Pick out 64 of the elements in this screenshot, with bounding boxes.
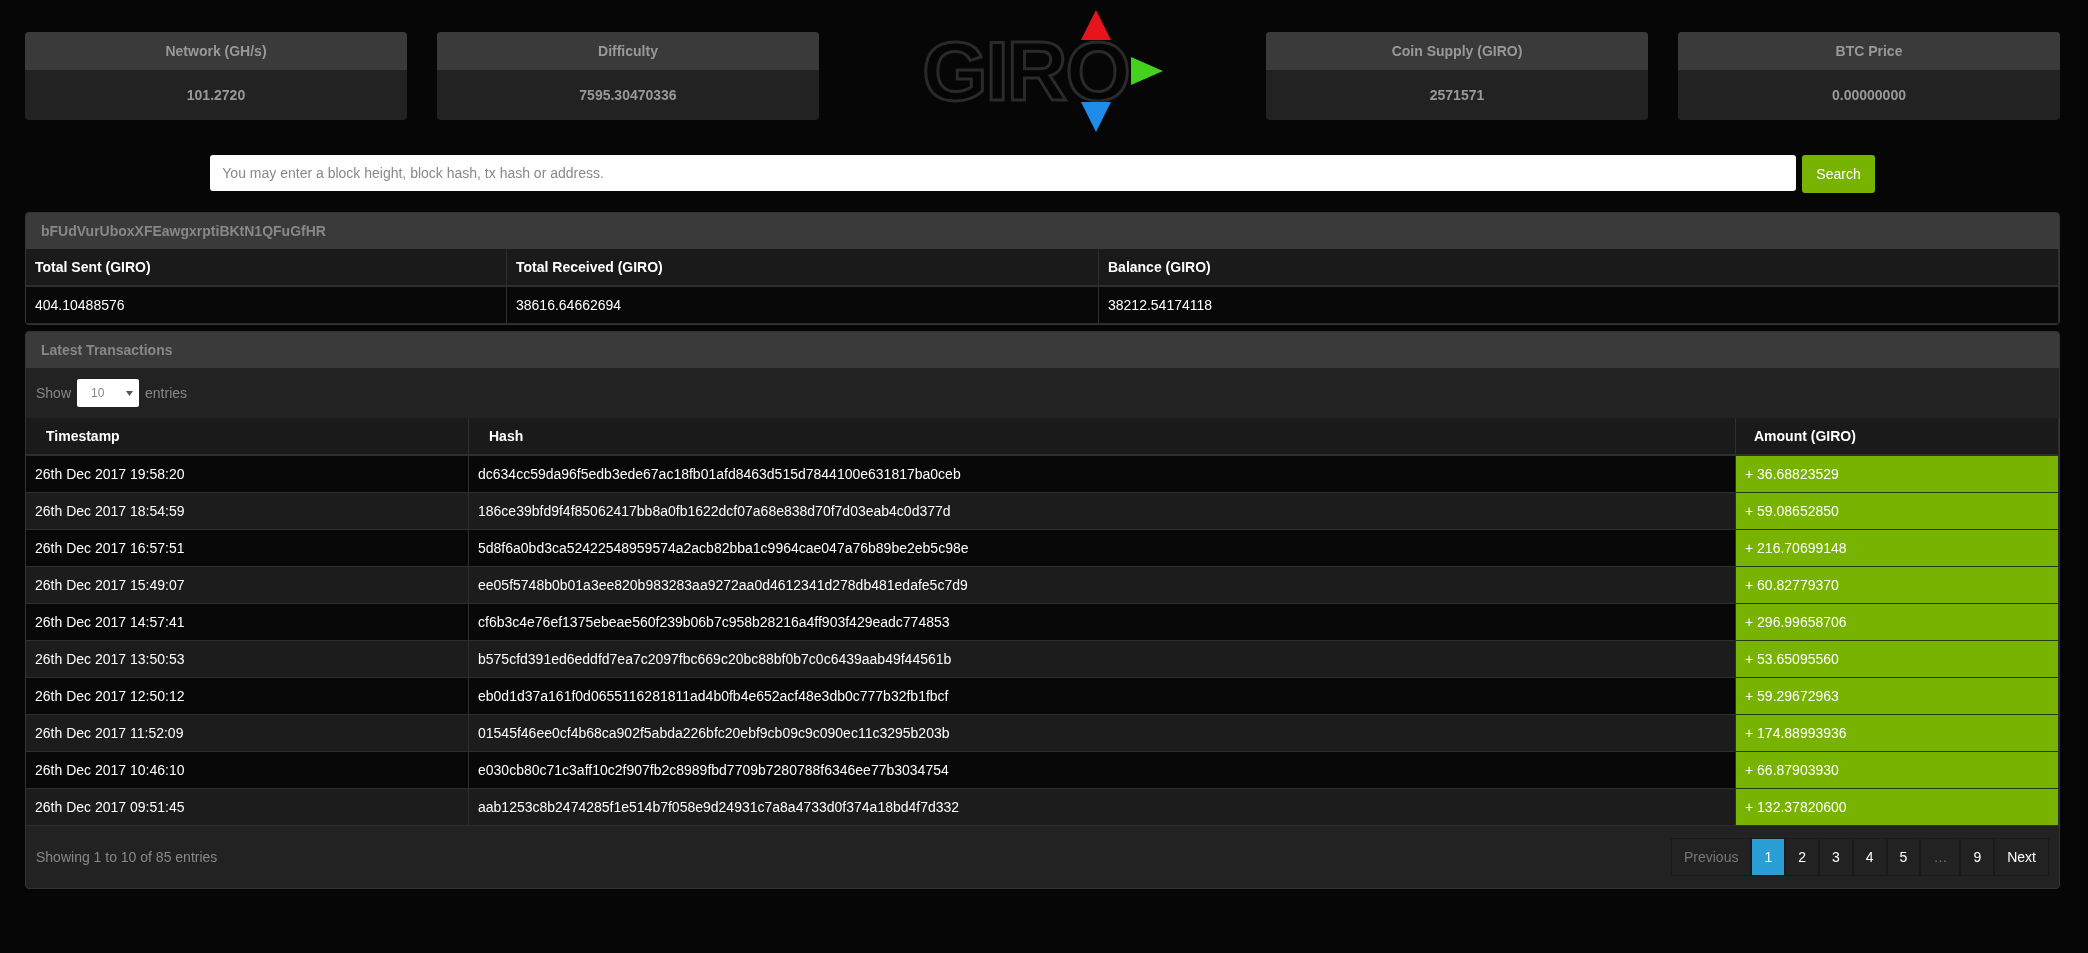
stat-label: BTC Price [1678,32,2060,70]
hash-link[interactable]: 5d8f6a0bd3ca52422548959574a2acb82bba1c9964cae047a76b89be2eb5c98e [468,529,1736,567]
hash-link[interactable]: 01545f46ee0cf4b68ca902f5abda226bfc20ebf9cb09c9c090ec11c3295b203b [468,714,1736,752]
amount-cell: + 132.37820600 [1735,788,2059,826]
hash-link[interactable]: eb0d1d37a161f0d0655116281811ad4b0fb4e652acf48e3db0c777b32fb1fbcf [468,677,1736,715]
hash-link[interactable]: dc634cc59da96f5edb3ede67ac18fb01afd8463d515d7844100e631817ba0ceb [468,455,1736,493]
stat-value: 7595.30470336 [579,87,677,103]
up-arrow-icon [1080,10,1111,40]
table-cell: 404.10488576 [26,286,507,324]
timestamp-cell: 26th Dec 2017 18:54:59 [26,492,469,530]
page-size-select[interactable]: 10 [77,379,140,407]
timestamp-cell: 26th Dec 2017 13:50:53 [26,640,469,678]
stat-label: Network (GH/s) [25,32,407,70]
stat-value: 101.2720 [186,87,246,103]
entries-info: Showing 1 to 10 of 85 entries [36,849,218,865]
down-arrow-icon [1080,102,1111,132]
pagination-button[interactable]: 9 [1960,838,1995,876]
pagination-button[interactable]: 2 [1785,838,1819,876]
column-header[interactable]: Timestamp [26,418,469,455]
entries-label: entries [145,385,188,401]
hash-link[interactable]: e030cb80c71c3aff10c2f907fb2c8989fbd7709b7280788f6346ee77b3034754 [468,751,1736,789]
timestamp-cell: 26th Dec 2017 15:49:07 [26,566,469,604]
column-header[interactable]: Hash [468,418,1736,455]
amount-cell: + 53.65095560 [1735,640,2059,678]
right-arrow-icon [1130,57,1163,85]
amount-cell: + 216.70699148 [1735,529,2059,567]
address-title: bFUdVurUboxXFEawgxrptiBKtN1QFuGfHR [26,213,2059,249]
amount-cell: + 296.99658706 [1735,603,2059,641]
timestamp-cell: 26th Dec 2017 19:58:20 [26,455,469,493]
hash-link[interactable]: b575cfd391ed6eddfd7ea7c2097fbc669c20bc88bf0b7c0c6439aab49f44561b [468,640,1736,678]
amount-cell: + 36.68823529 [1735,455,2059,493]
amount-cell: + 59.29672963 [1735,677,2059,715]
hash-link[interactable]: cf6b3c4e76ef1375ebeae560f239b06b7c958b28216a4ff903f429eadc774853 [468,603,1736,641]
stat-value: 0.00000000 [1832,87,1906,103]
pagination-button[interactable]: 5 [1886,838,1921,876]
amount-cell: + 174.88993936 [1735,714,2059,752]
timestamp-cell: 26th Dec 2017 10:46:10 [26,751,469,789]
hash-link[interactable]: 186ce39bfd9f4f85062417bb8a0fb1622dcf07a68e838d70f7d03eab4c0d377d [468,492,1736,530]
timestamp-cell: 26th Dec 2017 12:50:12 [26,677,469,715]
timestamp-cell: 26th Dec 2017 16:57:51 [26,529,469,567]
column-header: Balance (GIRO) [1098,249,2059,286]
timestamp-cell: 26th Dec 2017 14:57:41 [26,603,469,641]
column-header[interactable]: Amount (GIRO) [1735,418,2059,455]
pagination-button[interactable]: 4 [1852,838,1887,876]
amount-cell: + 60.82779370 [1735,566,2059,604]
stat-value: 2571571 [1429,87,1485,103]
hash-link[interactable]: aab1253c8b2474285f1e514b7f058e9d24931c7a8a4733d0f374a18bd4f7d332 [468,788,1736,826]
panel-title: Latest Transactions [26,332,2059,368]
stat-label: Coin Supply (GIRO) [1266,32,1648,70]
timestamp-cell: 26th Dec 2017 09:51:45 [26,788,469,826]
timestamp-cell: 26th Dec 2017 11:52:09 [26,714,469,752]
amount-cell: + 59.08652850 [1735,492,2059,530]
pagination-button[interactable]: 3 [1819,838,1853,876]
stat-label: Difficulty [437,32,819,70]
column-header: Total Sent (GIRO) [26,249,507,286]
table-cell: 38212.54174118 [1098,286,2059,324]
table-cell: 38616.64662694 [506,286,1099,324]
show-label: Show [36,385,72,401]
column-header: Total Received (GIRO) [506,249,1099,286]
caret-icon [126,390,134,396]
pagination-button[interactable]: Next [1994,838,2049,876]
amount-cell: + 66.87903930 [1735,751,2059,789]
hash-link[interactable]: ee05f5748b0b01a3ee820b983283aa9272aa0d4612341d278db481edafe5c7d9 [468,566,1736,604]
search-field[interactable]: You may enter a block height, block hash, tx hash or address. [210,155,1797,191]
